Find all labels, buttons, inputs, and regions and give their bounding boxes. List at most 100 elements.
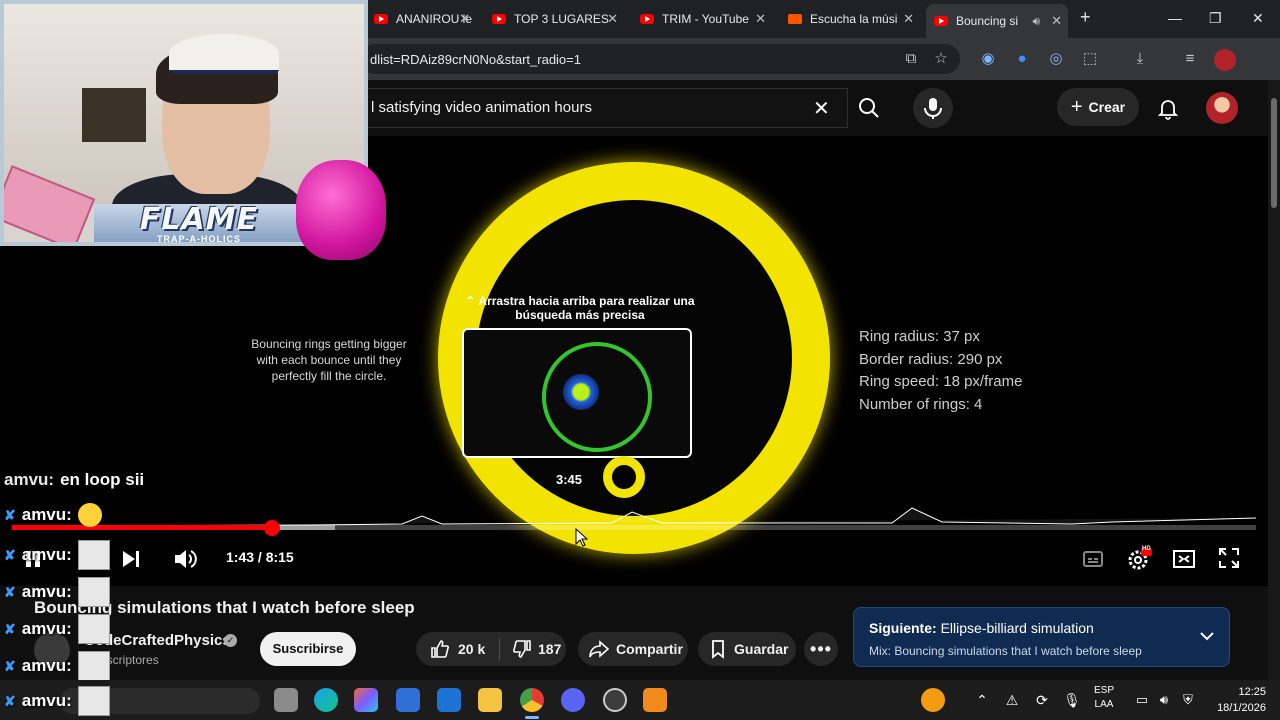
search-icon xyxy=(859,98,879,118)
microphone-icon xyxy=(924,98,942,119)
chevron-up-icon[interactable]: ⌃ xyxy=(970,688,994,712)
volume-icon[interactable] xyxy=(172,546,198,572)
account-avatar[interactable] xyxy=(1206,92,1238,124)
media-control-icon[interactable]: ≡ xyxy=(1180,49,1200,69)
chrome-icon[interactable] xyxy=(520,688,544,712)
edge-browser-icon[interactable] xyxy=(314,688,338,712)
scrollbar-thumb[interactable] xyxy=(1271,98,1277,208)
subscribe-button[interactable]: Suscribirse xyxy=(260,632,356,666)
preview-ball xyxy=(563,374,599,410)
close-tab-icon[interactable]: ✕ xyxy=(1051,13,1062,29)
chat-badge-icon: ✘ xyxy=(4,692,16,709)
search-input[interactable]: l satisfying video animation hours xyxy=(360,88,848,128)
chat-message: ✘ amvu: xyxy=(4,614,110,644)
new-tab-button[interactable]: + xyxy=(1080,7,1091,28)
close-tab-icon[interactable]: ✕ xyxy=(903,11,914,27)
fl-studio-icon[interactable] xyxy=(643,688,667,712)
volume-tray-icon[interactable]: 🔊︎ xyxy=(1152,688,1176,712)
share-button[interactable]: Compartir xyxy=(578,632,688,666)
profile-avatar[interactable] xyxy=(1214,49,1236,71)
chat-emote-icon xyxy=(77,577,110,607)
microsoft-store-icon[interactable] xyxy=(396,688,420,712)
speaker-icon[interactable]: 🔊︎ xyxy=(1032,14,1040,29)
chat-emote-icon xyxy=(77,651,110,681)
minimize-icon[interactable]: — xyxy=(1168,10,1182,26)
chat-text: en loop sii xyxy=(60,470,145,489)
time-display: 1:43 / 8:15 xyxy=(226,549,294,565)
obs-icon[interactable] xyxy=(603,688,627,712)
outlook-icon[interactable] xyxy=(437,688,461,712)
next-video-icon[interactable] xyxy=(120,548,142,570)
browser-tab[interactable]: Escucha la músi ✕ xyxy=(780,6,920,32)
system-clock[interactable]: 12:25 18/1/2026 xyxy=(1202,684,1266,716)
most-replayed-heatmap xyxy=(12,507,1256,527)
create-label: Crear xyxy=(1088,99,1126,115)
up-next-panel[interactable]: Siguiente: Ellipse-billiard simulation M… xyxy=(853,607,1230,667)
chevron-down-icon[interactable] xyxy=(1199,628,1215,644)
more-actions-button[interactable]: ••• xyxy=(804,632,838,666)
close-tab-icon[interactable]: ✕ xyxy=(607,11,618,27)
sync-icon[interactable]: ⟳ xyxy=(1030,688,1054,712)
miniplayer-icon[interactable] xyxy=(1172,547,1196,571)
download-icon[interactable]: ⤓ xyxy=(1130,49,1150,69)
notifications-bell-icon[interactable] xyxy=(1156,96,1180,120)
clear-search-icon[interactable]: ✕ xyxy=(813,96,830,121)
network-off-icon[interactable]: ⚠ xyxy=(1000,688,1024,712)
browser-tab[interactable]: ANANIROU le ✕ xyxy=(366,6,476,32)
video-description-overlay: Bouncing rings getting bigger with each … xyxy=(251,337,407,383)
flame-logo-text: FLAME xyxy=(139,202,259,237)
flame-logo-subtitle: TRAP-A-HOLICS xyxy=(157,234,241,244)
progress-scrubber[interactable] xyxy=(264,520,280,536)
like-dislike-group: 20 k 187 xyxy=(416,632,566,666)
file-explorer-icon[interactable] xyxy=(478,688,502,712)
task-view-icon[interactable] xyxy=(274,688,298,712)
display-icon[interactable]: ▭ xyxy=(1130,688,1154,712)
chat-user: amvu: xyxy=(21,582,72,601)
close-tab-icon[interactable]: ✕ xyxy=(459,11,470,27)
voice-search-button[interactable] xyxy=(913,88,953,128)
tray-app-icon[interactable] xyxy=(921,688,945,712)
chat-user: amvu: xyxy=(21,505,72,524)
bouncing-small-ring xyxy=(603,456,645,498)
close-window-icon[interactable]: ✕ xyxy=(1252,10,1264,27)
chat-user: amvu: xyxy=(21,691,72,710)
up-next-title: Siguiente: Ellipse-billiard simulation xyxy=(869,620,1094,636)
chat-badge-icon: ✘ xyxy=(4,583,16,600)
create-button[interactable]: + Crear xyxy=(1057,88,1139,126)
restore-icon[interactable]: ❐ xyxy=(1209,10,1222,27)
thumbs-up-icon xyxy=(431,640,449,658)
search-button[interactable] xyxy=(848,88,890,128)
browser-tab[interactable]: TRIM - YouTube ✕ xyxy=(632,6,772,32)
youtube-icon xyxy=(640,14,654,24)
tab-label: TRIM - YouTube xyxy=(662,12,749,26)
close-tab-icon[interactable]: ✕ xyxy=(755,11,766,27)
copilot-icon[interactable] xyxy=(354,688,378,712)
lens-icon[interactable]: ◎ xyxy=(1046,49,1066,69)
subtitles-icon[interactable] xyxy=(1082,548,1104,570)
clock-time: 12:25 xyxy=(1238,686,1266,698)
chat-message: ✘ amvu: xyxy=(4,540,110,570)
dislike-button[interactable]: 187 xyxy=(500,639,561,659)
preview-timestamp: 3:45 xyxy=(556,472,583,487)
mouse-cursor-icon xyxy=(575,528,588,547)
input-language[interactable]: ESP LAA xyxy=(1094,684,1114,712)
address-bar[interactable]: dlist=RDAiz89crN0No&start_radio=1 xyxy=(360,44,960,74)
microphone-tray-icon[interactable]: 🎙︎ xyxy=(1060,688,1084,712)
browser-tab[interactable]: TOP 3 LUGARES ✕ xyxy=(484,6,624,32)
shazam-icon[interactable]: ● xyxy=(1012,49,1032,69)
discord-icon[interactable] xyxy=(561,688,585,712)
save-button[interactable]: Guardar xyxy=(698,632,796,666)
youtube-icon xyxy=(492,14,506,24)
browser-tab-active[interactable]: Bouncing si 🔊︎ ✕ xyxy=(926,4,1068,38)
chat-user: amvu: xyxy=(4,470,55,489)
extensions-puzzle-icon[interactable]: ⬚ xyxy=(1080,49,1100,69)
security-shield-icon[interactable]: ⛨ xyxy=(1176,688,1200,712)
extension-icon[interactable]: ◉ xyxy=(978,49,998,69)
install-app-icon[interactable]: ⧉ xyxy=(901,49,921,69)
like-button[interactable]: 20 k xyxy=(416,638,500,660)
fullscreen-icon[interactable] xyxy=(1218,547,1240,569)
like-count: 20 k xyxy=(458,641,486,657)
wall-poster xyxy=(82,88,146,142)
chat-message: ✘ amvu: xyxy=(4,686,110,716)
bookmark-star-icon[interactable]: ☆ xyxy=(931,49,951,69)
